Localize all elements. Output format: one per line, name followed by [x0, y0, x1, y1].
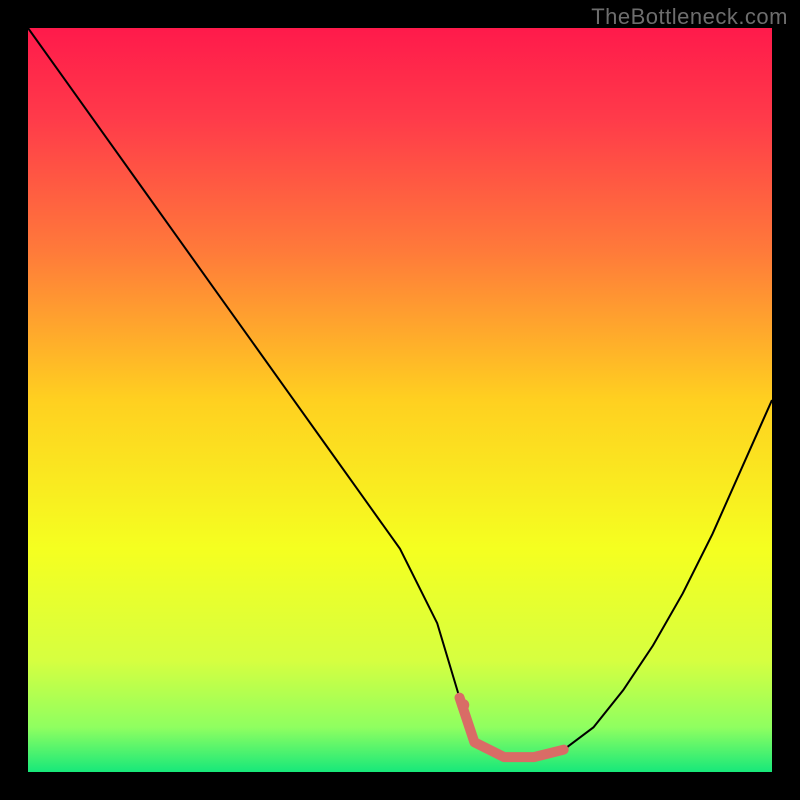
- marker-layer: [457, 699, 469, 711]
- chart-stage: TheBottleneck.com: [0, 0, 800, 800]
- gradient-background: [28, 28, 772, 772]
- plot-area: [28, 28, 772, 772]
- bottleneck-chart: [28, 28, 772, 772]
- highlight-dot: [457, 699, 469, 711]
- watermark-text: TheBottleneck.com: [591, 4, 788, 30]
